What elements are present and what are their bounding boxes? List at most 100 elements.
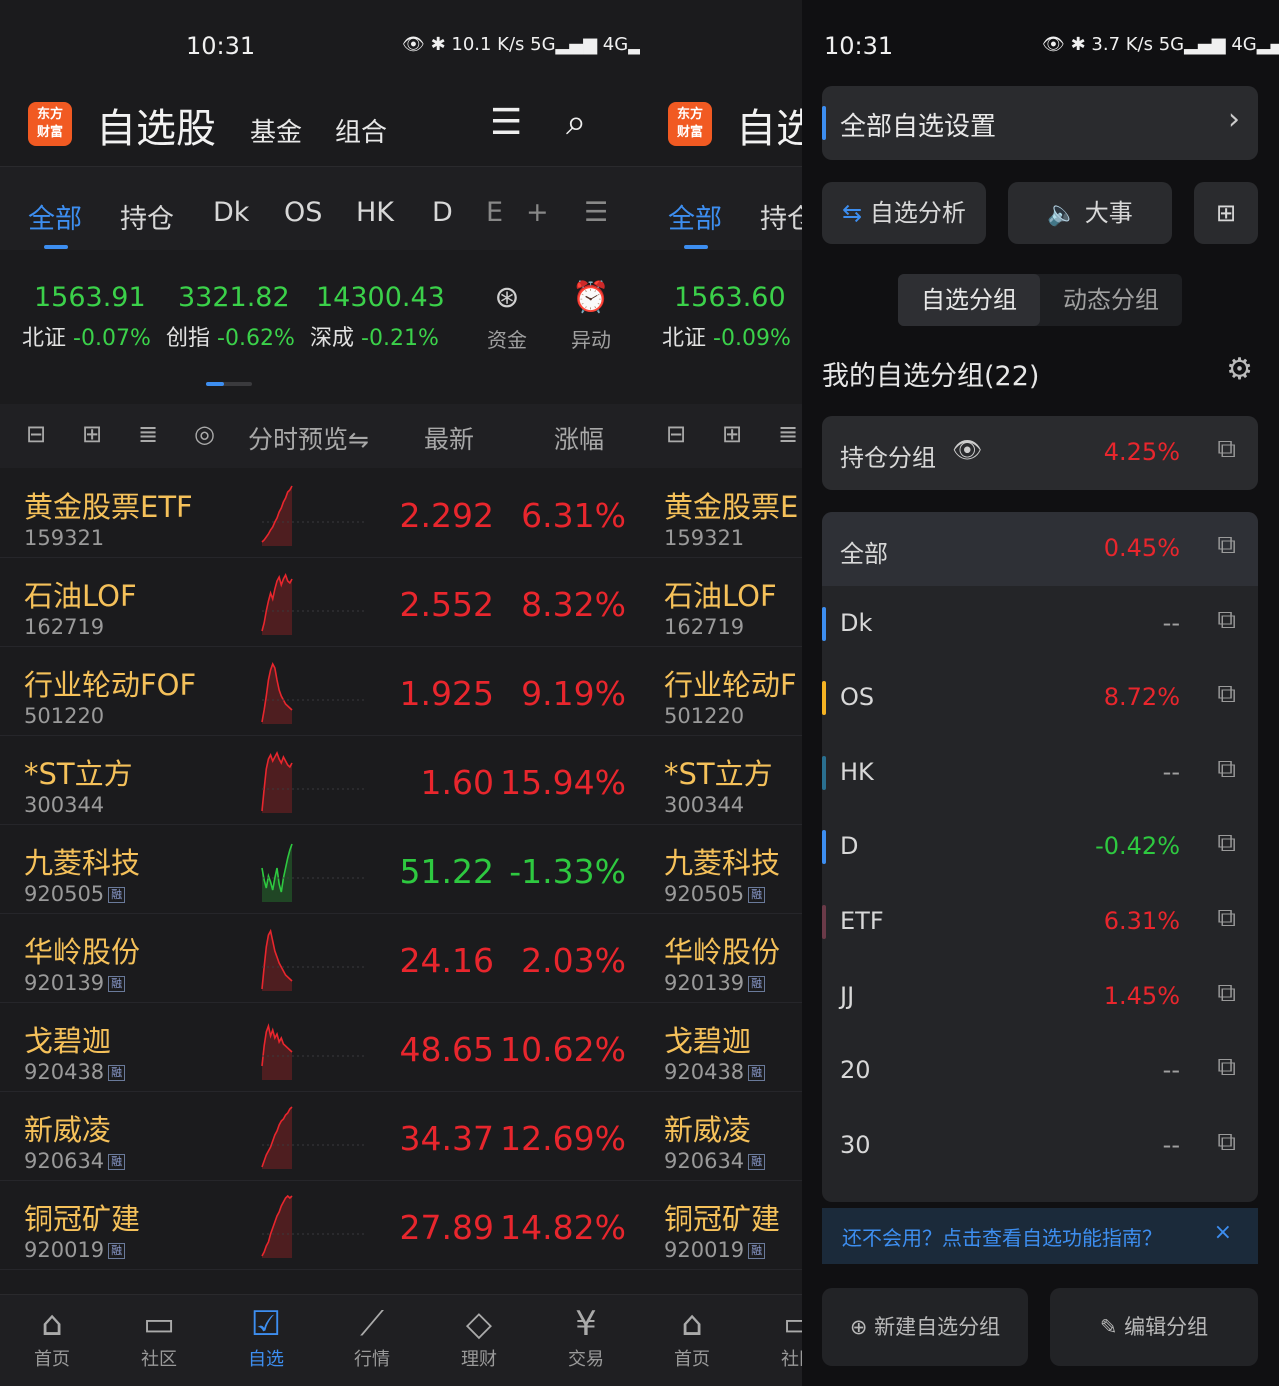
search-icon[interactable]: ⌕ <box>566 102 586 144</box>
mid-stock-row[interactable]: 黄金股票E 159321 <box>640 470 802 558</box>
nav-watchlist[interactable]: ☑ 自选 <box>236 1303 296 1371</box>
stock-row[interactable]: 华岭股份 920139 融 24.16 2.03% <box>0 915 640 1003</box>
stock-name: 铜冠矿建 <box>24 1202 141 1236</box>
group-row[interactable]: 20 -- ⧉ <box>822 1034 1258 1108</box>
edit-group-icon[interactable]: ⧉ <box>1217 828 1236 859</box>
stock-row[interactable]: 行业轮动FOF 501220 1.925 9.19% <box>0 648 640 736</box>
mid-stock-row[interactable]: 石油LOF 162719 <box>640 559 802 647</box>
guide-text[interactable]: 还不会用？点击查看自选功能指南？ <box>842 1222 1162 1251</box>
eye-icon[interactable]: 👁 <box>952 436 982 464</box>
stock-row[interactable]: 九菱科技 920505 融 51.22 -1.33% <box>0 826 640 914</box>
mid-stock-row[interactable]: *ST立方 300344 <box>640 737 802 825</box>
edit-group-icon[interactable]: ⧉ <box>1217 754 1236 785</box>
stock-row[interactable]: 石油LOF 162719 2.552 8.32% <box>0 559 640 647</box>
stock-row[interactable]: 铜冠矿建 920019 融 27.89 14.82% <box>0 1182 640 1270</box>
close-icon[interactable]: × <box>1214 1220 1232 1245</box>
layout-card-icon[interactable]: ⊟ <box>26 420 46 448</box>
list-view-icon[interactable]: ≣ <box>138 420 158 448</box>
sort-latest[interactable]: 最新 <box>424 420 474 456</box>
gear-icon[interactable]: ⚙ <box>1226 352 1253 387</box>
fund-flow-icon[interactable]: ⊛ <box>482 280 532 315</box>
add-tab-icon[interactable]: + <box>526 197 549 228</box>
preview-toggle[interactable]: 分时预览⇋ <box>248 420 369 456</box>
sort-change[interactable]: 涨幅 <box>554 420 604 456</box>
mid-stock-row[interactable]: 行业轮动F 501220 <box>640 648 802 736</box>
nav-home-mid[interactable]: ⌂ 首页 <box>662 1303 722 1371</box>
seg-dynamic-groups[interactable]: 动态分组 <box>1040 274 1182 326</box>
stock-row[interactable]: 新威凌 920634 融 34.37 12.69% <box>0 1093 640 1181</box>
group-tabs: 全部 持仓 Dk OS HK D E + ☰ <box>0 166 640 250</box>
display-settings-icon[interactable]: ◎ <box>194 420 215 448</box>
new-group-button[interactable]: ⊕ 新建自选分组 <box>822 1288 1028 1366</box>
tab-hk[interactable]: HK <box>356 197 394 228</box>
group-row[interactable]: 30 -- ⧉ <box>822 1109 1258 1183</box>
mid-stock-row[interactable]: 戈碧迦 920438 融 <box>640 1004 802 1092</box>
tab-position[interactable]: 持仓 <box>120 197 174 236</box>
stock-code: 159321 <box>664 526 744 550</box>
app-header: 东方 财富 自选股 基金 组合 ☰ ⌕ <box>0 96 640 156</box>
edit-group-icon[interactable]: ⧉ <box>1217 605 1236 636</box>
mid-stock-row[interactable]: 铜冠矿建 920019 融 <box>640 1182 802 1270</box>
index-value-cz[interactable]: 3321.82 <box>178 282 290 313</box>
group-row[interactable]: JJ 1.45% ⧉ <box>822 960 1258 1034</box>
group-change: -- <box>1162 608 1180 637</box>
group-row[interactable]: ETF 6.31% ⧉ <box>822 885 1258 959</box>
tab-os[interactable]: OS <box>284 197 322 228</box>
logo-line2: 财富 <box>36 125 63 140</box>
mid-stock-row[interactable]: 华岭股份 920139 融 <box>640 915 802 1003</box>
alert-label[interactable]: 异动 <box>566 324 616 353</box>
group-row[interactable]: Dk -- ⧉ <box>822 587 1258 661</box>
grid-view-icon[interactable]: ⊞ <box>82 420 102 448</box>
edit-group-icon[interactable]: ⧉ <box>1217 978 1236 1009</box>
group-row[interactable]: OS 8.72% ⧉ <box>822 661 1258 735</box>
tab-portfolio[interactable]: 组合 <box>335 112 387 149</box>
edit-group-icon[interactable]: ⧉ <box>1217 679 1236 710</box>
tab-d[interactable]: D <box>432 197 453 228</box>
nav-market[interactable]: ⟋ 行情 <box>342 1303 402 1371</box>
tab-dk[interactable]: Dk <box>213 197 249 228</box>
events-button[interactable]: 🔈 大事 <box>1008 182 1172 244</box>
group-row[interactable]: 全部 0.45% ⧉ <box>822 512 1258 586</box>
edit-group-icon[interactable]: ⧉ <box>1217 903 1236 934</box>
guide-banner[interactable]: 还不会用？点击查看自选功能指南？ × <box>822 1208 1258 1264</box>
tab-menu-icon[interactable]: ☰ <box>584 197 608 228</box>
tab-e[interactable]: E <box>486 197 503 228</box>
stock-code: 501220 <box>664 704 744 728</box>
nav-trade[interactable]: ¥ 交易 <box>556 1303 616 1371</box>
stock-code: 920139 融 <box>24 971 126 995</box>
nav-wealth[interactable]: ◇ 理财 <box>449 1303 509 1371</box>
stock-row[interactable]: 戈碧迦 920438 融 48.65 10.62% <box>0 1004 640 1092</box>
edit-groups-button[interactable]: ✎ 编辑分组 <box>1050 1288 1258 1366</box>
nav-community[interactable]: ▭ 社区 <box>129 1303 189 1371</box>
stock-row[interactable]: 黄金股票ETF 159321 2.292 6.31% <box>0 470 640 558</box>
index-strip: 1563.91 北证 -0.07% 3321.82 创指 -0.62% 1430… <box>0 262 640 402</box>
group-row[interactable]: HK -- ⧉ <box>822 736 1258 810</box>
group-name: HK <box>840 757 874 786</box>
fund-flow-label[interactable]: 资金 <box>482 324 532 353</box>
group-row[interactable]: D -0.42% ⧉ <box>822 810 1258 884</box>
seg-watch-groups[interactable]: 自选分组 <box>898 274 1040 326</box>
alert-icon[interactable]: ⏰ <box>566 280 616 315</box>
edit-group-icon[interactable]: ⧉ <box>1217 434 1236 465</box>
index-value-sc[interactable]: 14300.43 <box>316 282 445 313</box>
status-bar: 10:31 👁 ✱ 10.1 K/s 5G▂▄▆ 4G▂▄▆ 31 <box>0 30 640 66</box>
edit-group-icon[interactable]: ⧉ <box>1217 1127 1236 1158</box>
mid-stock-row[interactable]: 九菱科技 920505 融 <box>640 826 802 914</box>
tab-all[interactable]: 全部 <box>28 197 82 236</box>
position-group-card[interactable]: 持仓分组 👁 4.25% ⧉ <box>822 416 1258 490</box>
apps-grid-button[interactable]: ⊞ <box>1194 182 1258 244</box>
tab-fund[interactable]: 基金 <box>250 112 302 149</box>
edit-group-icon[interactable]: ⧉ <box>1217 1052 1236 1083</box>
all-watchlist-settings[interactable]: 全部自选设置 › <box>822 86 1258 160</box>
stock-row[interactable]: *ST立方 300344 1.60 15.94% <box>0 737 640 825</box>
index-value-bz[interactable]: 1563.91 <box>34 282 146 313</box>
nav-home[interactable]: ⌂ 首页 <box>22 1303 82 1371</box>
stock-price: 34.37 <box>399 1119 494 1158</box>
nav-label: 自选 <box>248 1349 284 1370</box>
nav-community-mid[interactable]: ▭ 社区 <box>769 1303 802 1371</box>
page-title[interactable]: 自选股 <box>96 96 216 154</box>
mid-stock-row[interactable]: 新威凌 920634 融 <box>640 1093 802 1181</box>
edit-group-icon[interactable]: ⧉ <box>1217 530 1236 561</box>
watchlist-analysis-button[interactable]: ⇆ 自选分析 <box>822 182 986 244</box>
filter-settings-icon[interactable]: ☰ <box>490 102 522 143</box>
